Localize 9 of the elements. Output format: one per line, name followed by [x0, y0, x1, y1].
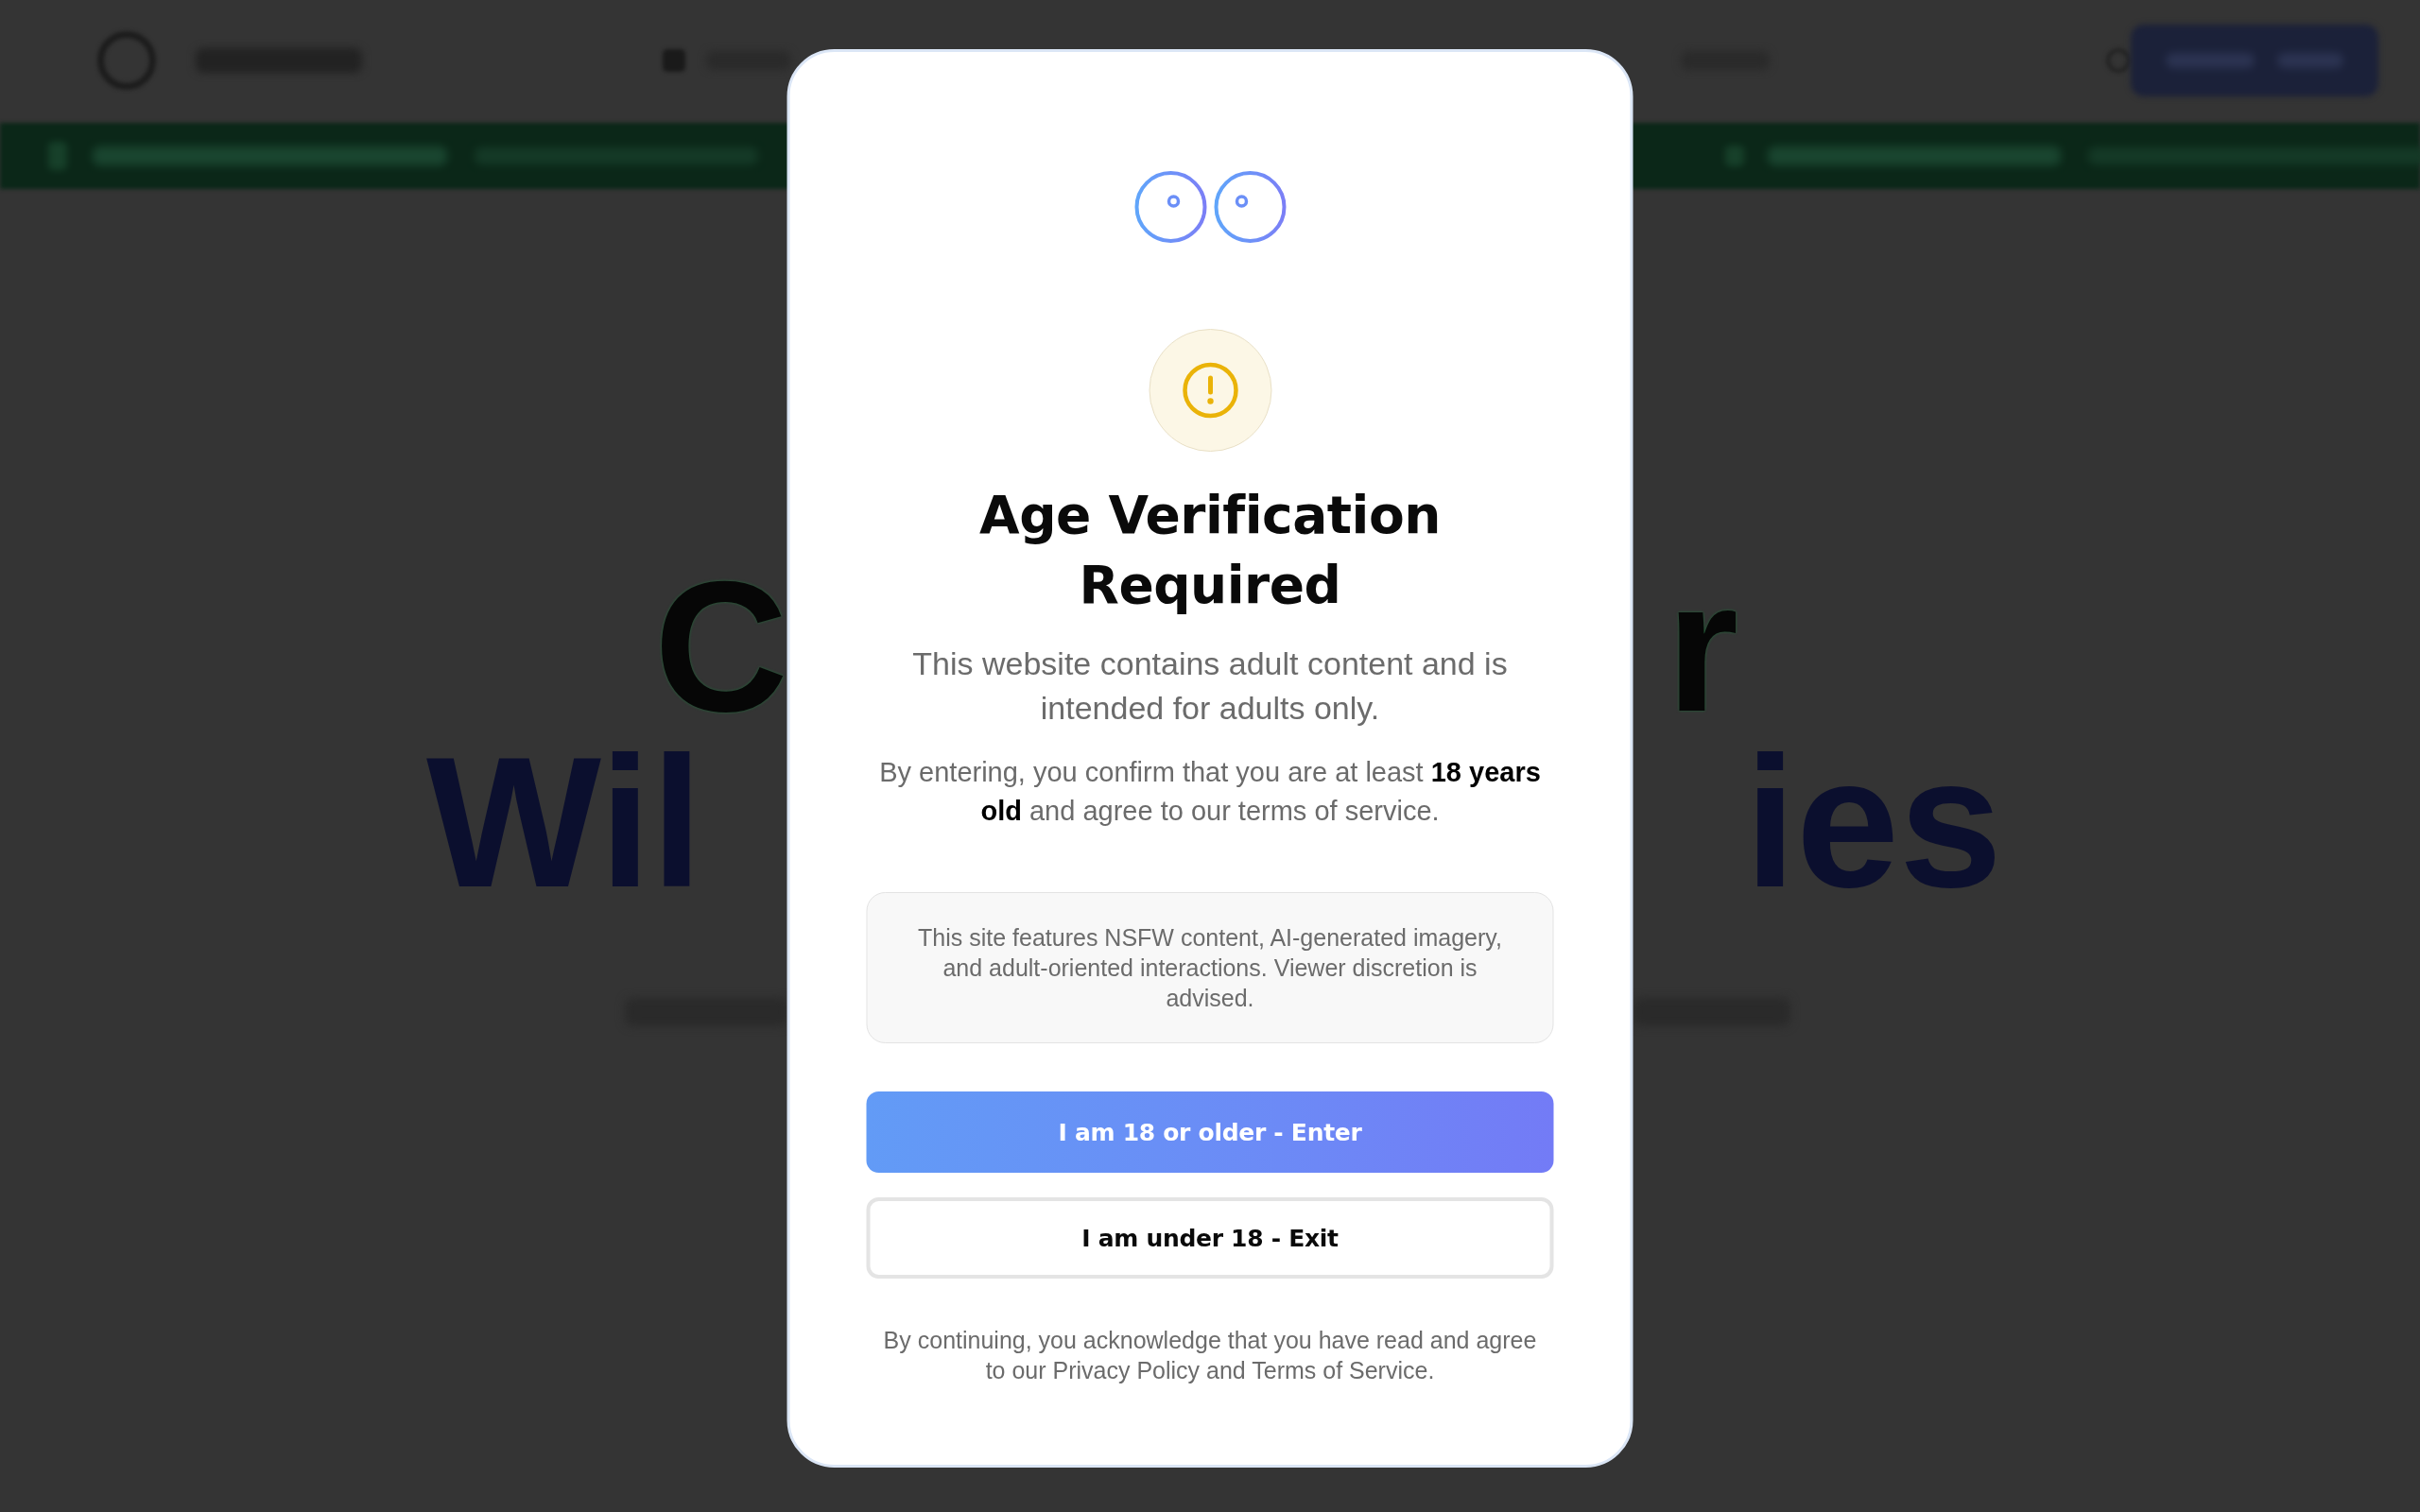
eyes-icon — [1133, 170, 1287, 244]
age-confirmation-text: By entering, you confirm that you are at least 18 years old and agree to our terms of service. — [878, 756, 1542, 828]
dialog-title: Age Verification Required — [978, 484, 1442, 617]
blurred-nav-button[interactable] — [2131, 24, 2378, 96]
dialog-intro-text: This website contains adult content and is intended for adults only. — [911, 644, 1509, 728]
exit-button[interactable]: I am under 18 - Exit — [866, 1197, 1554, 1279]
content-notice: This site features NSFW content, AI-generated imagery, and adult-oriented interactions. Viewer discretion is advised. — [866, 892, 1554, 1043]
blurred-nav-link-icon — [663, 48, 685, 72]
legal-footer-text: By continuing, you acknowledge that you have read and agree to our Privacy Policy and Terms of Service. — [882, 1326, 1538, 1385]
